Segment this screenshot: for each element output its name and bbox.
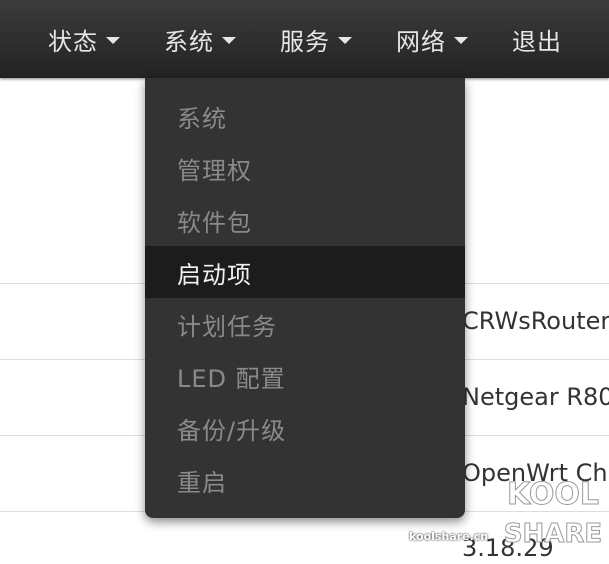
menu-item-software[interactable]: 软件包 — [145, 194, 465, 246]
nav-logout-label: 退出 — [512, 27, 562, 56]
menu-item-reboot[interactable]: 重启 — [145, 454, 465, 506]
menu-item-led-config[interactable]: LED 配置 — [145, 350, 465, 402]
nav-menu-network[interactable]: 网络 — [396, 0, 468, 78]
watermark-logo-bottom: SHARE — [504, 519, 602, 549]
system-dropdown-menu: 系统 管理权 软件包 启动项 计划任务 LED 配置 备份/升级 重启 — [145, 78, 465, 518]
menu-item-scheduled-tasks[interactable]: 计划任务 — [145, 298, 465, 350]
koolshare-watermark-logo: KOOL SHARE — [503, 477, 602, 550]
nav-menu-services-label: 服务 — [280, 27, 330, 56]
watermark-logo-top: KOOL — [507, 477, 599, 512]
caret-down-icon — [222, 36, 236, 44]
table-cell-hostname: CRWsRouter — [462, 307, 609, 335]
menu-item-startup[interactable]: 启动项 — [145, 246, 465, 298]
nav-menu-status[interactable]: 状态 — [48, 0, 120, 78]
top-navbar: 状态 系统 服务 网络 退出 — [0, 0, 609, 78]
watermark-url: koolshare.cn — [409, 530, 489, 543]
nav-menu-status-label: 状态 — [48, 27, 98, 56]
caret-down-icon — [454, 36, 468, 44]
page: CRWsRouter Netgear R8000 OpenWrt Chaos C… — [0, 0, 609, 564]
menu-item-administration[interactable]: 管理权 — [145, 142, 465, 194]
menu-item-system[interactable]: 系统 — [145, 90, 465, 142]
nav-menu-system[interactable]: 系统 — [164, 0, 236, 78]
nav-menu-network-label: 网络 — [396, 27, 446, 56]
nav-menu-system-label: 系统 — [164, 27, 214, 56]
caret-down-icon — [338, 36, 352, 44]
nav-logout-link[interactable]: 退出 — [512, 0, 562, 78]
nav-menu-services[interactable]: 服务 — [280, 0, 352, 78]
table-cell-model: Netgear R8000 — [462, 383, 609, 411]
menu-item-backup-upgrade[interactable]: 备份/升级 — [145, 402, 465, 454]
caret-down-icon — [106, 36, 120, 44]
